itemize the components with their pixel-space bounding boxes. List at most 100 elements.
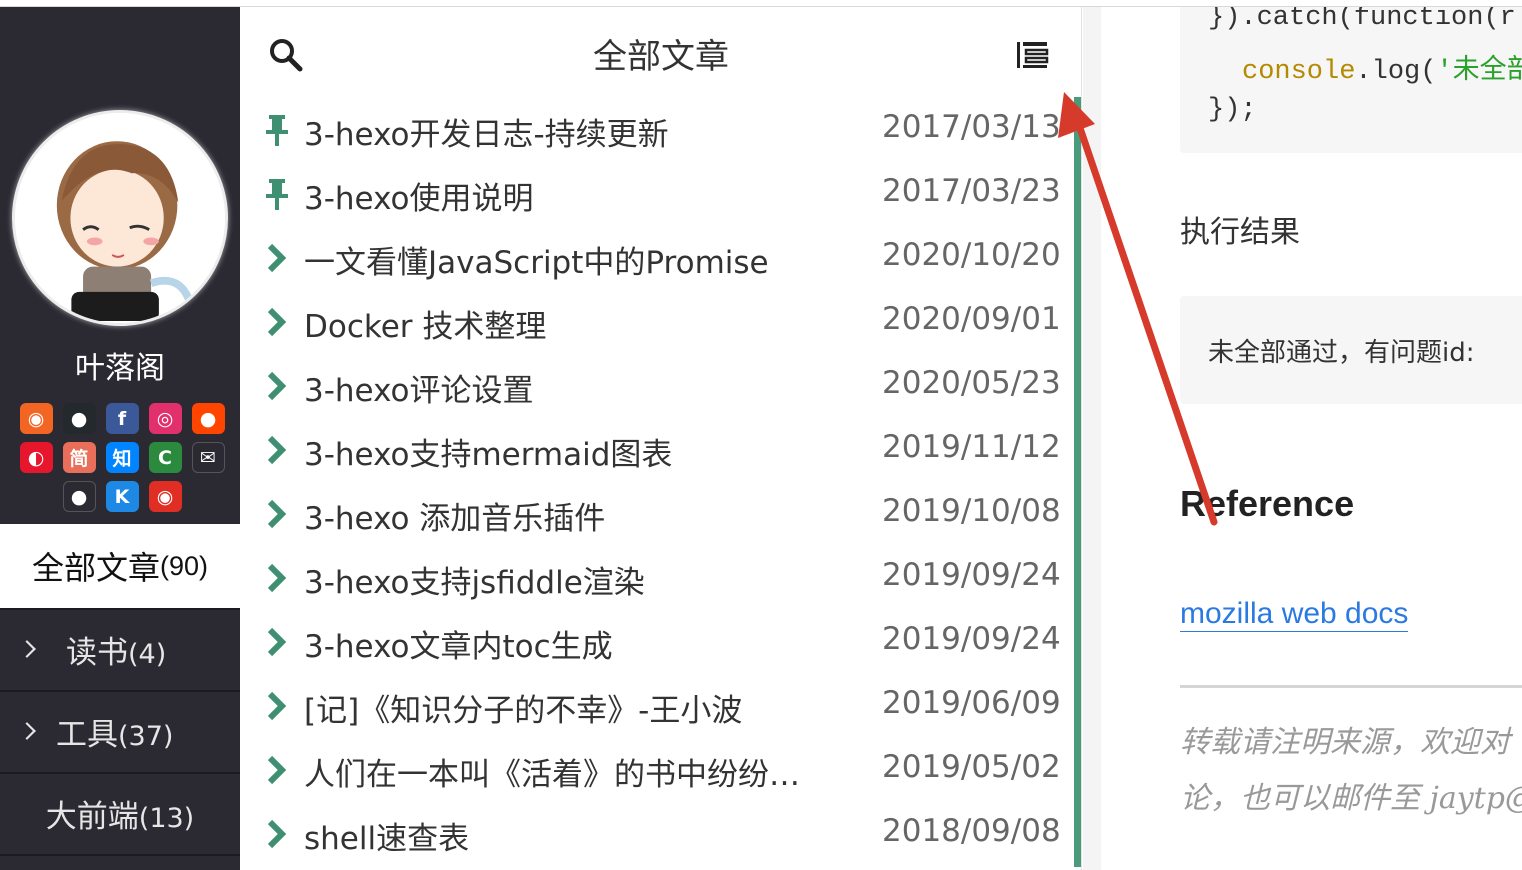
chevron-right-icon [267, 819, 287, 849]
list-toggle-icon[interactable] [1014, 37, 1050, 73]
netease-music-icon[interactable]: ◉ [148, 481, 182, 512]
copyright-note: 转载请注明来源，欢迎对 论，也可以邮件至 jaytp@ [1180, 715, 1522, 827]
article-row[interactable]: 3-hexo 添加音乐插件 2019/10/08 [240, 481, 1072, 545]
article-row[interactable]: Docker 技术整理 2020/09/01 [240, 289, 1072, 353]
result-text: 未全部通过，有问题id: [1208, 338, 1475, 368]
article-row[interactable]: 3-hexo支持mermaid图表 2019/11/12 [240, 417, 1072, 481]
article-date: 2019/09/24 [882, 557, 1061, 593]
article-row[interactable]: 3-hexo评论设置 2020/05/23 [240, 353, 1072, 417]
article-row[interactable]: [记]《知识分子的不幸》-王小波 2019/06/09 [240, 673, 1072, 737]
note-line: 转载请注明来源，欢迎对 [1180, 725, 1510, 760]
article-date: 2020/09/01 [882, 301, 1061, 337]
panel-divider [1083, 7, 1101, 870]
facebook-icon[interactable]: f [105, 403, 139, 434]
article-title[interactable]: 3-hexo 添加音乐插件 [304, 493, 605, 538]
article-row[interactable]: 3-hexo文章内toc生成 2019/09/24 [240, 609, 1072, 673]
article-date: 2019/10/08 [882, 493, 1061, 529]
article-date: 2019/06/09 [882, 685, 1061, 721]
panel-title: 全部文章 [593, 37, 729, 77]
article-row[interactable]: shell速查表 2018/09/08 [240, 801, 1072, 865]
nav-all-label: 全部文章 [31, 549, 160, 587]
email-icon[interactable]: ✉ [191, 442, 225, 473]
rss-icon[interactable]: ◉ [19, 403, 53, 434]
article-title[interactable]: [记]《知识分子的不幸》-王小波 [304, 685, 742, 730]
kugou-icon[interactable]: K [105, 481, 139, 512]
pin-icon [266, 115, 288, 146]
nav-all-count: (90) [160, 550, 209, 581]
article-list: 3-hexo开发日志-持续更新 2017/03/13 3-hexo使用说明 2017/… [240, 97, 1072, 865]
avatar[interactable] [12, 110, 228, 326]
code-line: }); [1208, 95, 1257, 125]
article-date: 2020/10/20 [882, 237, 1061, 273]
csdn-icon[interactable]: C [148, 442, 182, 473]
weibo-icon[interactable]: ◐ [19, 442, 53, 473]
list-scrollbar[interactable] [1074, 97, 1081, 867]
article-title[interactable]: 人们在一本叫《活着》的书中纷纷… [304, 749, 800, 794]
chevron-right-icon [267, 627, 287, 657]
article-date: 2019/05/02 [882, 749, 1061, 785]
code-line: }).catch(function(r [1208, 7, 1516, 33]
article-date: 2020/05/23 [882, 365, 1061, 401]
nav-item-label: 读书(4) [66, 634, 167, 671]
article-row[interactable]: 3-hexo支持jsfiddle渲染 2019/09/24 [240, 545, 1072, 609]
social-row: ◐ 简知 C ✉ [16, 442, 228, 474]
social-row: ◉ ● f ◎ ● [16, 403, 228, 435]
article-title[interactable]: 一文看懂JavaScript中的Promise [304, 237, 769, 282]
qq-icon[interactable]: ● [62, 481, 96, 512]
chevron-right-icon [267, 243, 287, 273]
article-date: 2018/09/08 [882, 813, 1061, 849]
chevron-right-icon [267, 691, 287, 721]
chevron-right-icon [18, 722, 36, 740]
article-content: }).catch(function(r console.log('未全部 });… [1101, 7, 1522, 870]
article-title[interactable]: Docker 技术整理 [304, 301, 546, 346]
nav-all-articles[interactable]: 全部文章 (90) [0, 524, 240, 608]
reference-link[interactable]: mozilla web docs [1180, 597, 1409, 632]
avatar-image [15, 113, 225, 323]
chevron-right-icon [267, 499, 287, 529]
nav-item-reading[interactable]: 读书(4) [0, 608, 240, 688]
article-title[interactable]: 3-hexo评论设置 [304, 365, 533, 410]
chevron-right-icon [18, 640, 36, 658]
article-title[interactable]: 3-hexo文章内toc生成 [304, 621, 613, 666]
zhihu-icon[interactable]: 知 [105, 442, 139, 473]
section-heading: 执行结果 [1180, 215, 1300, 250]
result-block: 未全部通过，有问题id: [1180, 296, 1522, 404]
chevron-right-icon [267, 307, 287, 337]
article-title[interactable]: 3-hexo支持jsfiddle渲染 [304, 557, 645, 602]
article-date: 2017/03/13 [882, 109, 1061, 145]
chevron-right-icon [267, 755, 287, 785]
code-line: console.log('未全部 [1242, 57, 1522, 87]
chevron-right-icon [267, 563, 287, 593]
nav-item-label: 大前端(13) [45, 798, 195, 835]
instagram-icon[interactable]: ◎ [148, 403, 182, 434]
article-date: 2017/03/23 [882, 173, 1061, 209]
jianshu-icon[interactable]: 简 [62, 442, 96, 473]
divider [1180, 685, 1522, 688]
article-row[interactable]: 3-hexo开发日志-持续更新 2017/03/13 [240, 97, 1072, 161]
article-list-panel: 全部文章 3-hexo开发日志-持续更新 2017/03/13 3-hexo使用说明… [240, 7, 1082, 870]
reddit-icon[interactable]: ● [191, 403, 225, 434]
nav-item-frontend[interactable]: 大前端(13) [0, 772, 240, 852]
chevron-right-icon [267, 371, 287, 401]
nav-item-tools[interactable]: 工具(37) [0, 690, 240, 770]
github-icon[interactable]: ● [62, 403, 96, 434]
article-row[interactable]: 一文看懂JavaScript中的Promise 2020/10/20 [240, 225, 1072, 289]
sidebar: 叶落阁 ◉ ● f ◎ ● ◐ 简知 C ✉ ● K ◉ 全部文章 (90) 读书(4) 工具(37)… [0, 7, 240, 870]
article-date: 2019/11/12 [882, 429, 1061, 465]
article-title[interactable]: shell速查表 [304, 813, 469, 858]
nav-item-next [0, 854, 240, 870]
social-links: ◉ ● f ◎ ● ◐ 简知 C ✉ ● K ◉ [16, 403, 228, 520]
article-row[interactable]: 3-hexo使用说明 2017/03/23 [240, 161, 1072, 225]
reference-heading: Reference [1180, 483, 1355, 524]
article-title[interactable]: 3-hexo支持mermaid图表 [304, 429, 672, 474]
pin-icon [266, 179, 288, 210]
social-row: ● K ◉ [16, 481, 228, 513]
note-line: 论，也可以邮件至 jaytp@ [1180, 781, 1522, 816]
nav-item-label: 工具(37) [56, 716, 174, 753]
article-title[interactable]: 3-hexo使用说明 [304, 173, 533, 218]
code-block: }).catch(function(r console.log('未全部 }); [1180, 7, 1522, 153]
author-name: 叶落阁 [75, 351, 165, 386]
article-title[interactable]: 3-hexo开发日志-持续更新 [304, 109, 669, 154]
chevron-right-icon [267, 435, 287, 465]
article-row[interactable]: 人们在一本叫《活着》的书中纷纷… 2019/05/02 [240, 737, 1072, 801]
